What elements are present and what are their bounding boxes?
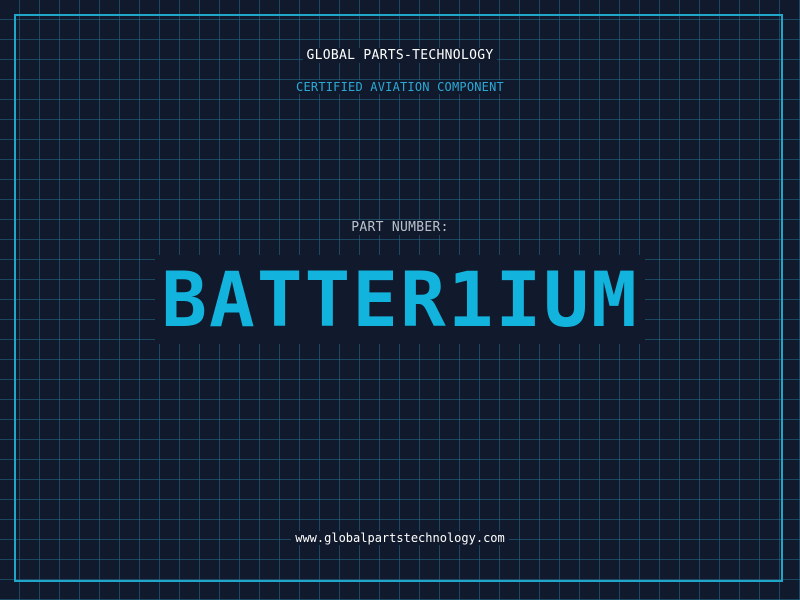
company-name: GLOBAL PARTS-TECHNOLOGY: [0, 48, 800, 63]
certification-subtitle-text: CERTIFIED AVIATION COMPONENT: [292, 80, 508, 94]
component-card: GLOBAL PARTS-TECHNOLOGY CERTIFIED AVIATI…: [0, 0, 800, 600]
website-url-text[interactable]: www.globalpartstechnology.com: [291, 531, 509, 545]
part-number-label-text: PART NUMBER:: [347, 220, 453, 235]
company-name-text: GLOBAL PARTS-TECHNOLOGY: [302, 48, 498, 63]
part-number-value: BATTER1IUM: [0, 255, 800, 344]
website-url[interactable]: www.globalpartstechnology.com: [0, 531, 800, 545]
part-number-value-text: BATTER1IUM: [155, 255, 645, 344]
part-number-label: PART NUMBER:: [0, 220, 800, 235]
certification-subtitle: CERTIFIED AVIATION COMPONENT: [0, 80, 800, 94]
